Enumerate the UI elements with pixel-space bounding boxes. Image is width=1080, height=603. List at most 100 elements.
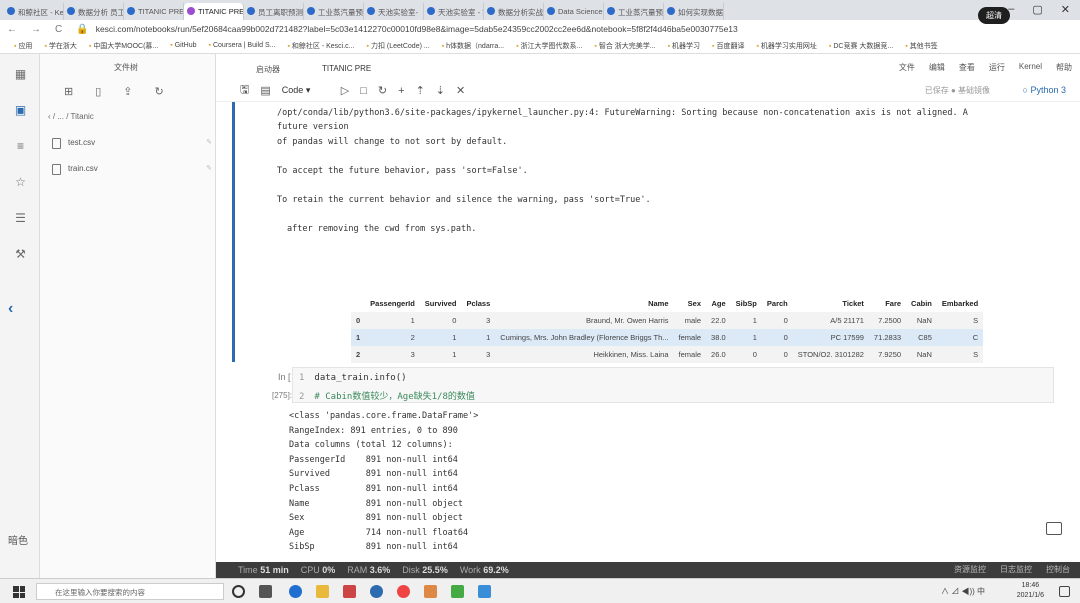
powerpoint-icon[interactable] <box>424 585 437 598</box>
stop-icon[interactable]: □ <box>360 85 367 97</box>
move-up-icon[interactable]: ⇡ <box>416 84 425 97</box>
table-cell: NaN <box>906 346 937 363</box>
status-link[interactable]: 资源监控 <box>954 564 986 575</box>
terminal-icon[interactable]: ▤ <box>260 84 270 97</box>
code-cell[interactable]: In [ [275]: 1 data_train.info() 2 # Cabin数… <box>232 364 1054 578</box>
breadcrumb[interactable]: ‹ / ... / Titanic <box>48 112 94 121</box>
browser-tab[interactable]: TITANIC PRE <box>184 3 244 20</box>
files-icon[interactable]: ▣ <box>14 104 27 117</box>
upload-icon[interactable]: ⇪ <box>123 85 132 98</box>
bookmark-item[interactable]: 中国大学MOOC(慕... <box>89 41 158 51</box>
app-icon[interactable] <box>370 585 383 598</box>
menu-item[interactable]: 运行 <box>989 62 1005 73</box>
collapse-panel-icon[interactable]: ‹ <box>8 300 13 318</box>
browser-tab[interactable]: Data Science <box>544 3 604 20</box>
new-file-icon[interactable]: ▯ <box>95 85 101 98</box>
pin-icon[interactable]: ✎ <box>206 138 212 146</box>
menu-item[interactable]: 帮助 <box>1056 62 1072 73</box>
browser-tab[interactable]: 如何实现数据 <box>664 3 724 20</box>
clock[interactable]: 18:46 2021/1/6 <box>1017 581 1044 601</box>
menu-item[interactable]: 编辑 <box>929 62 945 73</box>
bookmark-item[interactable]: 浙江大学图代数系... <box>516 41 583 51</box>
menu-item[interactable]: 查看 <box>959 62 975 73</box>
reload-icon[interactable]: C <box>48 24 69 35</box>
browser-tab[interactable]: 工业蒸汽量预 <box>604 3 664 20</box>
menu-item[interactable]: 文件 <box>899 62 915 73</box>
close-icon[interactable]: ✕ <box>1061 3 1070 17</box>
bookmark-item[interactable]: Coursera | Build S... <box>209 42 276 49</box>
url-field[interactable]: kesci.com/notebooks/run/5ef20684caa99b00… <box>96 24 1080 34</box>
zoom-badge[interactable]: 超清 <box>978 7 1010 24</box>
database-icon[interactable]: ≡ <box>14 140 27 153</box>
bookmark-item[interactable]: 学在浙大 <box>44 41 77 51</box>
edge-icon[interactable] <box>289 585 302 598</box>
new-folder-icon[interactable]: ⊞ <box>64 85 73 98</box>
dashboard-icon[interactable]: ▦ <box>14 68 27 81</box>
bookmark-item[interactable]: 力扣 (LeetCode) ... <box>367 41 430 51</box>
forward-icon[interactable]: → <box>24 24 48 35</box>
status-link[interactable]: 日志监控 <box>1000 564 1032 575</box>
browser-tab[interactable]: TITANIC PRED <box>124 3 184 20</box>
bookmark-item[interactable]: h体数据（ndarra... <box>442 41 504 51</box>
pin-icon[interactable]: ✎ <box>206 164 212 172</box>
maximize-icon[interactable]: ▢ <box>1032 3 1042 17</box>
folder-icon[interactable] <box>316 585 329 598</box>
browser-tab[interactable]: 数据分析 员工人 <box>64 3 124 20</box>
bookmark-item[interactable]: 和鲸社区 - Kesci.c... <box>287 41 355 51</box>
system-tray[interactable]: ∧ ⊿ ◀)) 中 <box>941 586 985 597</box>
bookmark-item[interactable]: 智合 浙大完美学... <box>594 41 656 51</box>
restart-icon[interactable]: ↻ <box>378 84 387 97</box>
cell-type-select[interactable]: Code ▾ <box>282 85 330 96</box>
table-header: Survived <box>424 299 457 308</box>
browser-tab[interactable]: 工业蒸汽量预 <box>304 3 364 20</box>
file-panel-title: 文件树 <box>114 63 138 72</box>
bookmark-item[interactable]: GitHub <box>170 42 197 49</box>
chrome-icon[interactable] <box>397 585 410 598</box>
file-item-train[interactable]: train.csv ✎ <box>52 164 212 175</box>
back-icon[interactable]: ← <box>0 24 24 35</box>
notes-icon[interactable] <box>451 585 464 598</box>
wrench-icon[interactable]: ⚒ <box>14 248 27 261</box>
browser-tab[interactable]: 天池实验室 - 实 <box>424 3 484 20</box>
status-link[interactable]: 控制台 <box>1046 564 1070 575</box>
bookmark-item[interactable]: 机器学习 <box>668 41 700 51</box>
refresh-icon[interactable]: ↻ <box>155 85 164 98</box>
table-cell: 1 <box>461 329 496 346</box>
table-cell: S <box>936 312 984 329</box>
taskbar-search[interactable]: 在这里输入你要搜索的内容 <box>36 583 224 600</box>
bookmark-item[interactable]: 应用 <box>14 41 32 51</box>
cortana-icon[interactable] <box>232 585 245 598</box>
bookmark-item[interactable]: 机器学习实用网址 <box>756 41 817 51</box>
bookmark-item[interactable]: 其他书签 <box>905 41 938 51</box>
bookmark-item[interactable]: 百度翻译 <box>712 41 744 51</box>
table-cell: 7.2500 <box>868 312 907 329</box>
windows-start-icon[interactable] <box>13 586 25 598</box>
status-bar: Time 51 min CPU 0% RAM 3.6% Disk 25.5% W… <box>216 562 1080 578</box>
task-view-icon[interactable] <box>259 585 272 598</box>
save-icon[interactable]: 🖫 <box>240 81 249 100</box>
move-down-icon[interactable]: ⇣ <box>436 84 445 97</box>
notification-icon[interactable] <box>1059 586 1070 597</box>
bookmark-item[interactable]: DC竞赛 大数据竞... <box>829 41 893 51</box>
browser-tab[interactable]: 员工离职预测 <box>244 3 304 20</box>
browser-tab[interactable]: 天池实验室- <box>364 3 424 20</box>
menu-item[interactable]: Kernel <box>1019 62 1042 73</box>
acrobat-icon[interactable] <box>343 585 356 598</box>
output-cell[interactable]: /opt/conda/lib/python3.6/site-packages/i… <box>232 102 1054 397</box>
dark-theme-toggle[interactable]: 暗色 <box>8 532 28 547</box>
file-panel: 文件树 ⊞ ▯ ⇪ ↻ ‹ / ... / Titanic test.csv ✎ … <box>8 54 216 578</box>
code-editor[interactable]: 1 data_train.info() 2 # Cabin数值较少，Age缺失1/8… <box>292 367 1054 403</box>
add-cell-icon[interactable]: + <box>398 85 404 97</box>
star-icon[interactable]: ☆ <box>14 176 27 189</box>
store-icon[interactable] <box>478 585 491 598</box>
list-icon[interactable]: ☰ <box>14 212 27 225</box>
kernel-name[interactable]: ○ Python 3 <box>1023 85 1066 95</box>
file-item-test[interactable]: test.csv ✎ <box>52 138 212 149</box>
browser-tab[interactable]: 和鲸社区 - Kes <box>4 3 64 20</box>
run-icon[interactable]: ▷ <box>341 84 349 97</box>
delete-cell-icon[interactable]: ✕ <box>456 84 465 97</box>
browser-tab[interactable]: 数据分析实战 <box>484 3 544 20</box>
chat-icon[interactable] <box>1046 522 1062 535</box>
tab-launcher[interactable]: 启动器 <box>256 64 280 75</box>
tab-titanic[interactable]: TITANIC PRE <box>322 64 371 75</box>
